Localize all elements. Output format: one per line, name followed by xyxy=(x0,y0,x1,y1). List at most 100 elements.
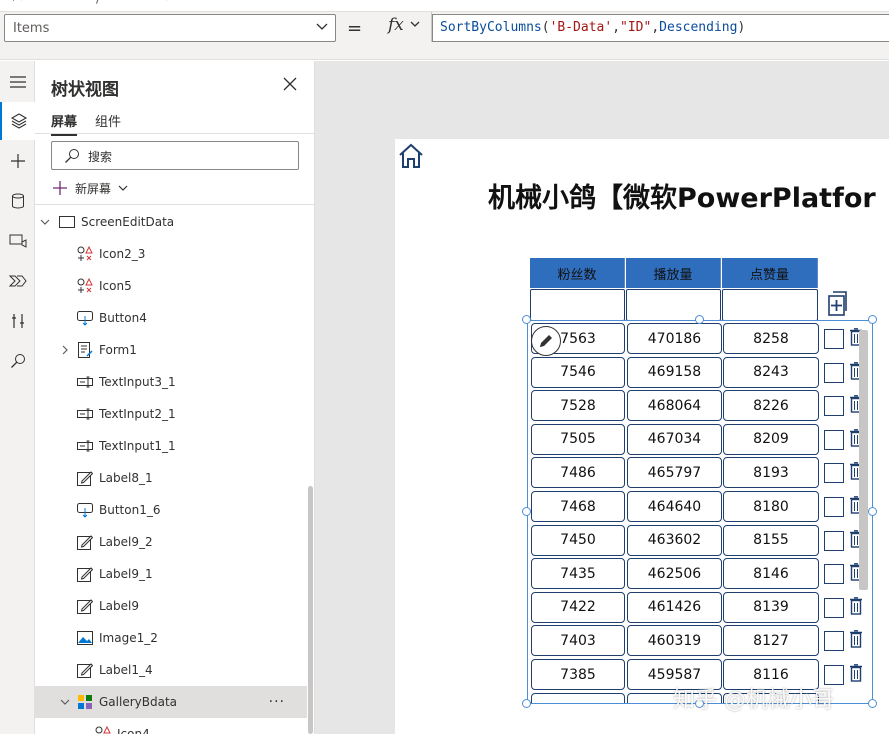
tree-node-label9_2[interactable]: Label9_2 xyxy=(35,526,307,558)
media-icon[interactable] xyxy=(0,222,35,260)
tree-node-image1_2[interactable]: Image1_2 xyxy=(35,622,307,654)
cell-plays[interactable]: 464640 xyxy=(627,491,722,522)
row-checkbox[interactable] xyxy=(824,429,844,450)
menu-icon[interactable] xyxy=(0,63,35,101)
cell-likes[interactable]: 8146 xyxy=(723,558,819,590)
cell-fans[interactable]: 7435 xyxy=(531,558,625,590)
cell-empty[interactable] xyxy=(531,692,625,703)
tree-node-label8_1[interactable]: Label8_1 xyxy=(35,462,307,494)
formula-input[interactable]: SortByColumns('B-Data',"ID",Descending) xyxy=(432,14,889,42)
row-checkbox[interactable] xyxy=(824,396,844,417)
cell-fans[interactable]: 7505 xyxy=(531,423,625,455)
cell-plays[interactable]: 470186 xyxy=(627,323,722,354)
row-checkbox[interactable] xyxy=(824,362,844,383)
gallery-row[interactable]: 7563 470186 8258 xyxy=(528,321,872,355)
cell-likes[interactable]: 8193 xyxy=(723,457,819,489)
home-icon[interactable] xyxy=(397,142,425,170)
row-checkbox[interactable] xyxy=(824,631,844,652)
new-value-input[interactable] xyxy=(530,289,625,321)
power-automate-icon[interactable] xyxy=(0,262,35,300)
resize-handle[interactable] xyxy=(695,315,704,324)
cell-fans[interactable]: 7403 xyxy=(531,625,625,657)
cell-fans[interactable]: 7422 xyxy=(531,591,625,623)
add-record-icon[interactable] xyxy=(827,291,851,317)
tree-node-button4[interactable]: Button4 xyxy=(35,302,307,334)
chevron-right-icon[interactable] xyxy=(59,344,71,356)
more-options-icon[interactable]: ··· xyxy=(269,694,285,710)
search-icon[interactable] xyxy=(0,342,35,380)
property-dropdown[interactable]: Items xyxy=(4,14,336,42)
cell-plays[interactable]: 468064 xyxy=(627,390,722,422)
cell-plays[interactable]: 463602 xyxy=(627,524,722,556)
cell-plays[interactable]: 465797 xyxy=(627,457,722,489)
tree-scrollbar[interactable] xyxy=(308,486,313,734)
cell-likes[interactable]: 8258 xyxy=(723,323,819,354)
tree-node-textinput1_1[interactable]: TextInput1_1 xyxy=(35,430,307,462)
cell-plays[interactable]: 461426 xyxy=(627,591,722,623)
cell-plays[interactable]: 460319 xyxy=(627,625,722,657)
cell-likes[interactable]: 8155 xyxy=(723,524,819,556)
gallery-scrollbar[interactable] xyxy=(859,330,868,590)
trash-icon[interactable] xyxy=(850,664,862,682)
gallery-row[interactable]: 7403 460319 8127 xyxy=(528,623,872,657)
tree-node-label9[interactable]: Label9 xyxy=(35,590,307,622)
cell-fans[interactable]: 7546 xyxy=(531,356,625,388)
gallery-row[interactable]: 7546 469158 8243 xyxy=(528,355,872,389)
cell-fans[interactable]: 7486 xyxy=(531,457,625,489)
gallery-row[interactable]: 7486 465797 8193 xyxy=(528,455,872,489)
new-screen-button[interactable]: 新屏幕 xyxy=(53,178,129,198)
tree-node-icon4[interactable]: Icon4 xyxy=(35,718,307,734)
trash-icon[interactable] xyxy=(850,596,862,615)
row-checkbox[interactable] xyxy=(824,463,844,484)
search-input[interactable]: 搜索 xyxy=(51,141,299,170)
chevron-down-icon[interactable] xyxy=(39,216,51,228)
resize-handle[interactable] xyxy=(868,315,877,324)
tree-node-textinput2_1[interactable]: TextInput2_1 xyxy=(35,398,307,430)
row-checkbox[interactable] xyxy=(824,329,844,349)
tab-components[interactable]: 组件 xyxy=(95,111,121,134)
cell-likes[interactable]: 8127 xyxy=(723,625,819,657)
resize-handle[interactable] xyxy=(522,315,531,324)
resize-handle[interactable] xyxy=(868,507,877,516)
resize-handle[interactable] xyxy=(522,699,531,708)
row-checkbox[interactable] xyxy=(824,597,844,618)
cell-likes[interactable]: 8226 xyxy=(723,390,819,422)
tree-node-icon2_3[interactable]: Icon2_3 xyxy=(35,238,307,270)
tree-node-screeneditdata[interactable]: ScreenEditData xyxy=(35,206,307,238)
resize-handle[interactable] xyxy=(522,507,531,516)
new-value-input[interactable] xyxy=(722,289,818,321)
new-value-input[interactable] xyxy=(626,289,721,321)
gallery-row[interactable]: 7450 463602 8155 xyxy=(528,523,872,557)
gallery-row[interactable]: 7422 461426 8139 xyxy=(528,590,872,624)
tree-view-icon[interactable] xyxy=(0,102,35,140)
chevron-down-icon[interactable] xyxy=(59,696,71,708)
cell-plays[interactable]: 462506 xyxy=(627,558,722,590)
row-checkbox[interactable] xyxy=(824,564,844,585)
row-checkbox[interactable] xyxy=(824,530,844,551)
gallery-row[interactable]: 7505 467034 8209 xyxy=(528,422,872,456)
tree-node-label1_4[interactable]: Label1_4 xyxy=(35,654,307,686)
tree-node-form1[interactable]: Form1 xyxy=(35,334,307,366)
tree-node-textinput3_1[interactable]: TextInput3_1 xyxy=(35,366,307,398)
insert-icon[interactable] xyxy=(0,142,35,180)
tree-node-gallerybdata[interactable]: GalleryBdata ··· xyxy=(35,686,307,718)
gallery-row[interactable]: 7435 462506 8146 xyxy=(528,556,872,590)
data-icon[interactable] xyxy=(0,182,35,220)
gallery-bdata[interactable]: 7563 470186 8258 7546 469158 8243 7528 468064 82… xyxy=(527,320,873,704)
row-checkbox[interactable] xyxy=(824,497,844,517)
cell-fans[interactable]: 7528 xyxy=(531,390,625,422)
tree-node-label9_1[interactable]: Label9_1 xyxy=(35,558,307,590)
gallery-row[interactable]: 7528 468064 8226 xyxy=(528,388,872,422)
cell-fans[interactable]: 7468 xyxy=(531,491,625,522)
cell-plays[interactable]: 467034 xyxy=(627,423,722,455)
tree-node-icon5[interactable]: Icon5 xyxy=(35,270,307,302)
fx-button[interactable]: fx xyxy=(376,12,432,42)
cell-likes[interactable]: 8139 xyxy=(723,591,819,623)
cell-fans[interactable]: 7450 xyxy=(531,524,625,556)
cell-likes[interactable]: 8180 xyxy=(723,491,819,522)
cell-likes[interactable]: 8209 xyxy=(723,423,819,455)
close-icon[interactable] xyxy=(283,77,297,91)
tree-node-button1_6[interactable]: Button1_6 xyxy=(35,494,307,526)
gallery-row[interactable]: 7468 464640 8180 xyxy=(528,489,872,523)
resize-handle[interactable] xyxy=(868,699,877,708)
